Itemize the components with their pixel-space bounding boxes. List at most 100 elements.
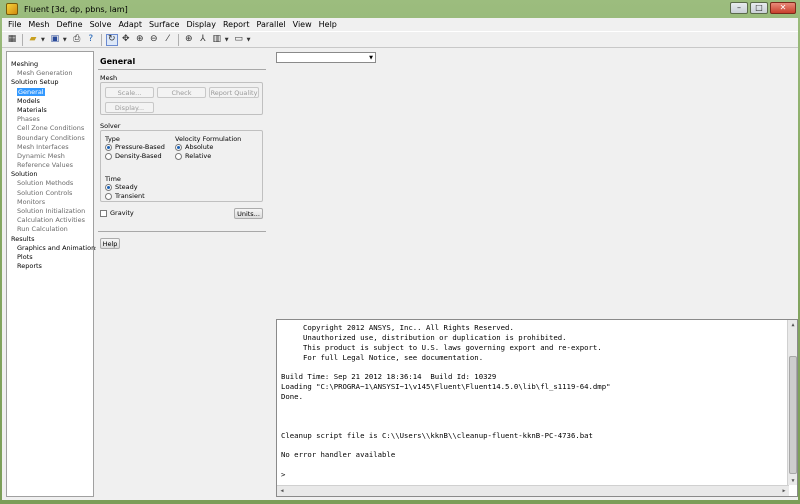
console-line: No error handler available: [281, 450, 396, 459]
graphics-window[interactable]: ▼: [270, 51, 796, 316]
console-horizontal-scrollbar[interactable]: ◀ ▶: [277, 485, 789, 496]
menu-parallel[interactable]: Parallel: [256, 20, 285, 29]
nav-item-phases[interactable]: Phases: [7, 115, 93, 124]
nav-item-general[interactable]: General: [7, 87, 93, 97]
client-area: Meshing Mesh Generation Solution Setup G…: [2, 48, 798, 500]
nav-item-models[interactable]: Models: [7, 97, 93, 106]
nav-item-solution-controls[interactable]: Solution Controls: [7, 189, 93, 198]
scroll-down-icon[interactable]: ▼: [788, 476, 798, 485]
radio-button[interactable]: [105, 152, 112, 160]
console-line: Loading "C:\PROGRA~1\ANSYSI~1\v145\Fluen…: [281, 382, 611, 391]
nav-item-mesh-interfaces[interactable]: Mesh Interfaces: [7, 143, 93, 152]
navigation-tree: Meshing Mesh Generation Solution Setup G…: [6, 51, 99, 497]
fluent-window: Fluent [3d, dp, pbns, lam] – □ ✕ File Me…: [0, 0, 800, 504]
menu-view[interactable]: View: [293, 20, 312, 29]
gravity-checkbox[interactable]: Gravity: [100, 209, 134, 217]
menu-solve[interactable]: Solve: [90, 20, 112, 29]
console-line: This product is subject to U.S. laws gov…: [281, 343, 602, 352]
nav-item-monitors[interactable]: Monitors: [7, 198, 93, 207]
radio-button-selected[interactable]: [175, 143, 182, 151]
time-label: Time: [105, 175, 121, 183]
help-button[interactable]: Help: [100, 238, 120, 249]
menu-report[interactable]: Report: [223, 20, 250, 29]
chevron-down-icon[interactable]: ▼: [247, 37, 251, 43]
radio-density-based[interactable]: Density-Based: [105, 152, 162, 160]
fluent-app-icon: [6, 3, 18, 15]
nav-item-reference-values[interactable]: Reference Values: [7, 161, 93, 170]
save-icon[interactable]: ▣: [49, 34, 61, 46]
zoom-in-icon[interactable]: ⊕: [134, 34, 146, 46]
nav-item-solution-methods[interactable]: Solution Methods: [7, 179, 93, 188]
close-button[interactable]: ✕: [770, 2, 796, 14]
pan-icon[interactable]: ✥: [120, 34, 132, 46]
menu-surface[interactable]: Surface: [149, 20, 179, 29]
maximize-button[interactable]: □: [750, 2, 768, 14]
nav-section-solution[interactable]: Solution: [7, 170, 93, 179]
mesh-group-label: Mesh: [100, 74, 118, 82]
scale-button[interactable]: Scale...: [105, 87, 154, 98]
radio-button[interactable]: [105, 192, 112, 200]
radio-button-selected[interactable]: [105, 143, 112, 151]
scroll-up-icon[interactable]: ▲: [788, 320, 798, 329]
nav-item-reports[interactable]: Reports: [7, 262, 93, 271]
nav-item-run-calculation[interactable]: Run Calculation: [7, 225, 93, 234]
mesh-display-icon[interactable]: ▥: [211, 34, 223, 46]
radio-steady[interactable]: Steady: [105, 183, 138, 191]
nav-section-meshing[interactable]: Meshing: [7, 60, 93, 69]
menu-define[interactable]: Define: [56, 20, 82, 29]
minimize-button[interactable]: –: [730, 2, 748, 14]
radio-pressure-based[interactable]: Pressure-Based: [105, 143, 165, 151]
type-label: Type: [105, 135, 120, 143]
radio-absolute[interactable]: Absolute: [175, 143, 213, 151]
title-bar[interactable]: Fluent [3d, dp, pbns, lam] – □ ✕: [0, 0, 800, 18]
console-window[interactable]: Copyright 2012 ANSYS, Inc.. All Rights R…: [276, 319, 798, 497]
nav-item-boundary-conditions[interactable]: Boundary Conditions: [7, 134, 93, 143]
menu-adapt[interactable]: Adapt: [118, 20, 142, 29]
checkbox[interactable]: [100, 209, 107, 217]
probe-icon[interactable]: ⁄: [162, 34, 174, 46]
radio-transient[interactable]: Transient: [105, 192, 145, 200]
help-icon[interactable]: ?: [85, 34, 97, 46]
zoom-box-icon[interactable]: ⊖: [148, 34, 160, 46]
print-icon[interactable]: ⎙: [71, 34, 83, 46]
nav-section-solution-setup[interactable]: Solution Setup: [7, 78, 93, 87]
page-title: General: [100, 57, 136, 66]
nav-section-results[interactable]: Results: [7, 235, 93, 244]
units-button[interactable]: Units...: [234, 208, 263, 219]
file-read-icon[interactable]: ▦: [6, 34, 18, 46]
console-vertical-scrollbar[interactable]: ▲ ▼: [787, 320, 797, 485]
nav-item-calculation-activities[interactable]: Calculation Activities: [7, 216, 93, 225]
radio-relative[interactable]: Relative: [175, 152, 211, 160]
nav-item-cell-zone-conditions[interactable]: Cell Zone Conditions: [7, 124, 93, 133]
radio-button-selected[interactable]: [105, 183, 112, 191]
menu-file[interactable]: File: [8, 20, 21, 29]
window-controls: – □ ✕: [730, 2, 796, 14]
nav-item-solution-initialization[interactable]: Solution Initialization: [7, 207, 93, 216]
chevron-down-icon[interactable]: ▼: [41, 37, 45, 43]
check-button[interactable]: Check: [157, 87, 206, 98]
scroll-left-icon[interactable]: ◀: [277, 486, 287, 496]
nav-item-plots[interactable]: Plots: [7, 253, 93, 262]
nav-item-mesh-generation[interactable]: Mesh Generation: [7, 69, 93, 78]
console-prompt[interactable]: >: [281, 470, 285, 479]
fit-icon[interactable]: ⊕: [183, 34, 195, 46]
nav-item-materials[interactable]: Materials: [7, 106, 93, 115]
nav-item-graphics-and-animations[interactable]: Graphics and Animations: [7, 244, 99, 253]
scroll-right-icon[interactable]: ▶: [779, 486, 789, 496]
axes-icon[interactable]: ⅄: [197, 34, 209, 46]
layout-icon[interactable]: ▭: [233, 34, 245, 46]
graphics-window-select[interactable]: ▼: [276, 52, 376, 63]
nav-item-dynamic-mesh[interactable]: Dynamic Mesh: [7, 152, 93, 161]
chevron-down-icon[interactable]: ▼: [225, 37, 229, 43]
menu-display[interactable]: Display: [186, 20, 216, 29]
display-button[interactable]: Display...: [105, 102, 154, 113]
chevron-down-icon[interactable]: ▼: [63, 37, 67, 43]
report-quality-button[interactable]: Report Quality: [209, 87, 259, 98]
scrollbar-thumb[interactable]: [789, 356, 797, 474]
menu-help[interactable]: Help: [319, 20, 337, 29]
open-folder-icon[interactable]: ▰: [27, 34, 39, 46]
rotate-icon[interactable]: ↻: [105, 33, 118, 46]
velocity-formulation-label: Velocity Formulation: [175, 135, 242, 143]
menu-mesh[interactable]: Mesh: [28, 20, 49, 29]
radio-button[interactable]: [175, 152, 182, 160]
